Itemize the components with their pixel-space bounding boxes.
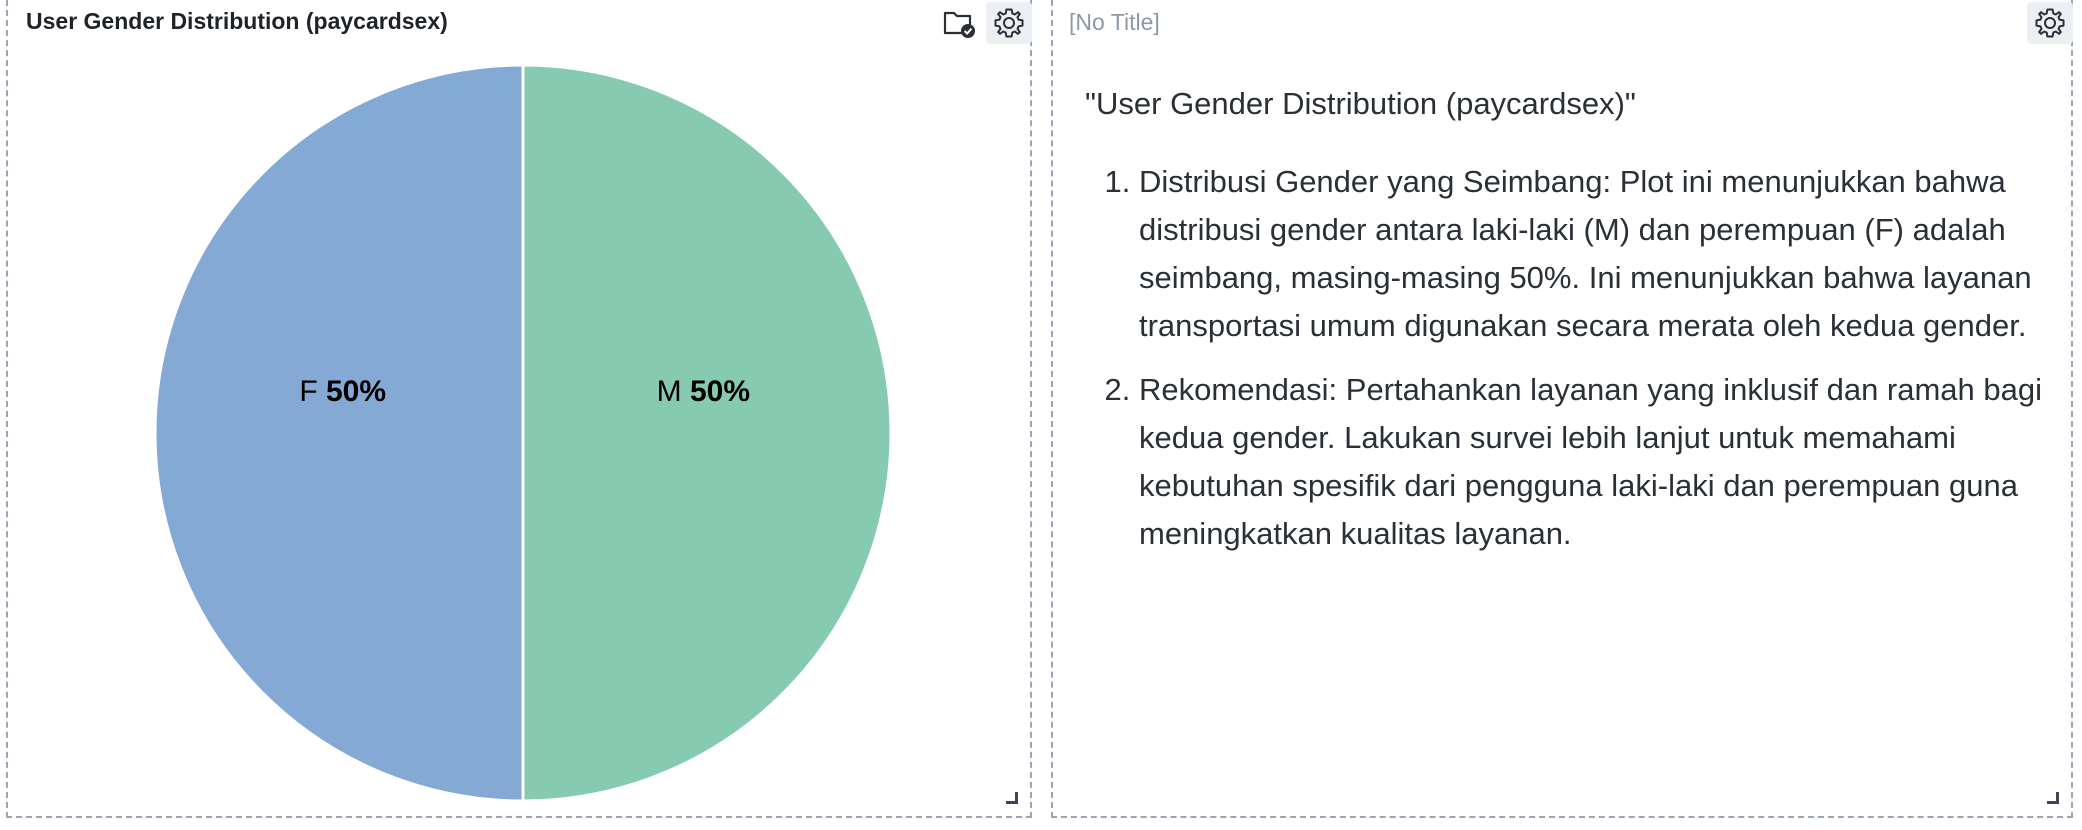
resize-handle[interactable] — [2047, 792, 2059, 804]
markdown-heading: "User Gender Distribution (paycardsex)" — [1085, 86, 1636, 121]
pie-label-f: F 50% — [299, 375, 386, 408]
list-item: Distribusi Gender yang Seimbang: Plot in… — [1139, 158, 2055, 350]
markdown-content: "User Gender Distribution (paycardsex)" … — [1085, 80, 2055, 574]
dashboard: User Gender Distribution (paycardsex) M … — [0, 0, 2082, 830]
pie-slice-f[interactable] — [153, 63, 525, 803]
resize-handle[interactable] — [1006, 792, 1018, 804]
pie-slice-m[interactable] — [521, 63, 893, 803]
list-item: Rekomendasi: Pertahankan layanan yang in… — [1139, 366, 2055, 558]
chart-panel: User Gender Distribution (paycardsex) M … — [6, 0, 1032, 818]
pie-chart: M 50% F 50% — [153, 63, 893, 803]
panel-title-placeholder: [No Title] — [1069, 9, 1160, 35]
markdown-list: Distribusi Gender yang Seimbang: Plot in… — [1085, 158, 2055, 558]
pie-label-m: M 50% — [657, 375, 750, 408]
markdown-panel: [No Title] "User Gender Distribution (pa… — [1051, 0, 2073, 818]
gear-icon[interactable] — [2027, 2, 2073, 44]
